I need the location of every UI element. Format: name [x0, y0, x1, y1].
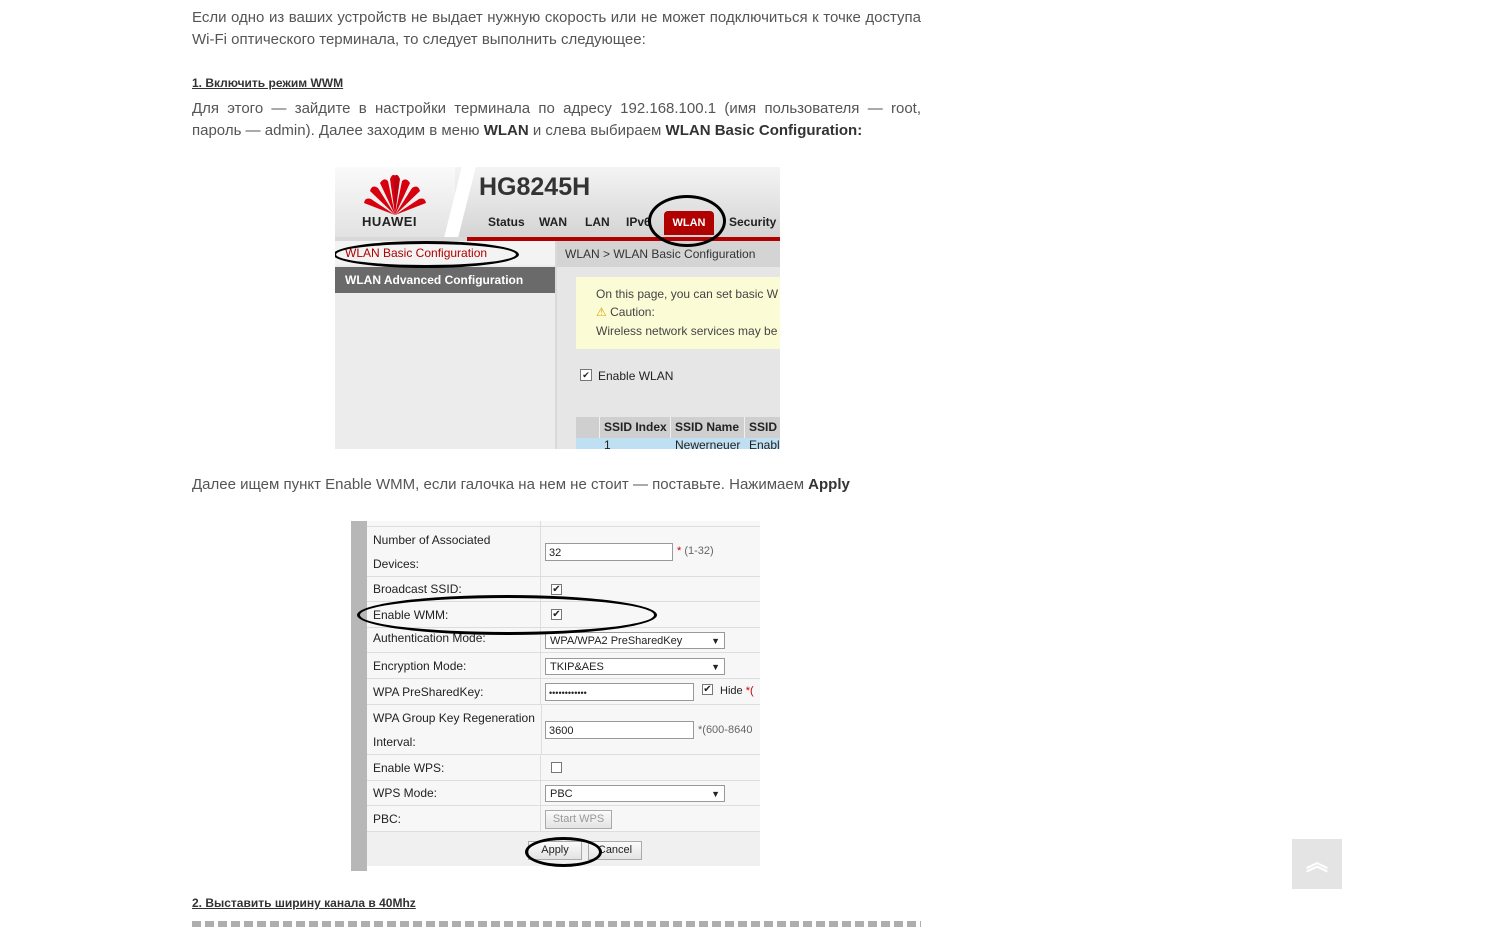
form-row-regen-interval: WPA Group Key Regeneration Interval: 360… — [367, 705, 760, 755]
psk-hint: *( — [745, 685, 754, 697]
form-row-psk: WPA PreSharedKey: •••••••••••• ✔ Hide *( — [367, 679, 760, 705]
dropdown-arrow-icon: ▼ — [711, 662, 720, 672]
nav-status[interactable]: Status — [488, 215, 525, 229]
psk-label: WPA PreSharedKey: — [373, 685, 484, 699]
regen-label-1: WPA Group Key Regeneration — [373, 711, 535, 725]
form-row-enable-wps: Enable WPS: — [367, 755, 760, 781]
table-header-ssid: SSID — [745, 417, 780, 438]
scroll-to-top-button[interactable]: ︽ — [1292, 839, 1342, 889]
row-separator — [540, 755, 541, 780]
assoc-range: (1-32) — [684, 545, 714, 557]
warning-icon: ⚠ — [596, 305, 607, 319]
assoc-label-2: Devices: — [373, 557, 420, 571]
router-wlan-screenshot: HUAWEI HG8245H Status WAN LAN IPv6 WLAN … — [335, 167, 780, 449]
wps-mode-label: WPS Mode: — [373, 786, 438, 800]
row-separator — [540, 806, 541, 831]
nav-lan[interactable]: LAN — [585, 215, 610, 229]
enable-wlan-checkbox[interactable]: ✔ — [580, 369, 592, 381]
table-header-select — [576, 417, 600, 438]
encryption-label: Encryption Mode: — [373, 659, 467, 673]
form-left-bar — [351, 521, 367, 871]
assoc-label-1: Number of Associated — [373, 533, 491, 547]
wlan-form-screenshot: Number of Associated Devices: 32 * (1-32… — [351, 521, 760, 871]
caution-label: Caution: — [610, 305, 655, 319]
dropdown-arrow-icon: ▼ — [711, 789, 720, 799]
start-wps-button[interactable]: Start WPS — [545, 810, 612, 829]
info-note: On this page, you can set basic W ⚠ Caut… — [576, 277, 780, 349]
note-line-3: Wireless network services may be — [596, 324, 778, 338]
form-row-pbc: PBC: Start WPS — [367, 806, 760, 832]
assoc-devices-input[interactable]: 32 — [545, 543, 673, 561]
huawei-brand-text: HUAWEI — [362, 214, 417, 229]
form-row-wps-mode: WPS Mode: PBC ▼ — [367, 781, 760, 806]
table-cell-index: 1 — [600, 438, 671, 449]
dropdown-arrow-icon: ▼ — [711, 636, 720, 646]
nav-security[interactable]: Security — [729, 215, 776, 229]
note-line-1: On this page, you can set basic W — [596, 287, 779, 301]
huawei-logo-icon — [364, 174, 426, 215]
row-separator — [540, 521, 541, 526]
huawei-logo-area: HUAWEI — [335, 167, 455, 237]
regen-range: *(600-8640 — [698, 724, 753, 736]
enable-wps-checkbox[interactable] — [551, 762, 562, 773]
highlight-oval-basic — [335, 241, 519, 268]
regen-interval-input[interactable]: 3600 — [545, 721, 694, 739]
wps-mode-select[interactable]: PBC ▼ — [545, 785, 725, 802]
step1-apply-paragraph: Далее ищем пункт Enable WMM, если галочк… — [192, 474, 921, 496]
step1-paragraph: Для этого — зайдите в настройки терминал… — [192, 98, 921, 142]
regen-label-2: Interval: — [373, 735, 416, 749]
intro-paragraph: Если одно из ваших устройств не выдает н… — [192, 9, 921, 48]
hide-psk-label: Hide *( — [720, 685, 754, 697]
row-separator — [540, 781, 541, 805]
step1-bold-basic: WLAN Basic Configuration: — [665, 122, 863, 139]
highlight-oval-apply — [525, 837, 602, 867]
psk-input[interactable]: •••••••••••• — [545, 683, 694, 701]
nav-ipv6[interactable]: IPv6 — [626, 215, 651, 229]
step1-text-c: Далее ищем пункт Enable WMM, если галочк… — [192, 476, 809, 493]
hide-psk-checkbox[interactable]: ✔ — [702, 684, 713, 695]
step1-text-b: и слева выбираем — [528, 122, 666, 139]
assoc-hint: * (1-32) — [677, 545, 714, 557]
pbc-label: PBC: — [373, 812, 402, 826]
row-separator — [540, 653, 541, 678]
table-cell-name: Newerneuer — [671, 438, 745, 449]
highlight-oval-wmm — [357, 595, 657, 635]
encryption-select[interactable]: TKIP&AES ▼ — [545, 658, 725, 675]
row-separator — [541, 705, 542, 754]
step1-bold-apply: Apply — [808, 476, 850, 493]
cutoff-paragraph — [192, 921, 921, 927]
note-caution: ⚠ Caution: — [596, 305, 655, 319]
cutoff-text-stub — [192, 921, 921, 927]
regen-hint: *(600-8640 — [698, 724, 752, 736]
router-model: HG8245H — [479, 173, 591, 201]
table-header-ssid-index: SSID Index — [600, 417, 671, 438]
ssid-table: SSID Index SSID Name SSID 1 Newerneuer E… — [576, 417, 780, 449]
nav-wan[interactable]: WAN — [539, 215, 567, 229]
row-separator — [540, 527, 541, 576]
wps-mode-value: PBC — [550, 788, 573, 800]
form-row-associated-devices: Number of Associated Devices: 32 * (1-32… — [367, 527, 760, 577]
hide-text: Hide — [720, 685, 743, 697]
table-cell-select[interactable] — [576, 438, 600, 449]
enable-wps-label: Enable WPS: — [373, 761, 445, 775]
auth-mode-value: WPA/WPA2 PreSharedKey — [550, 635, 683, 647]
enable-wlan-label: Enable WLAN — [598, 369, 674, 383]
auth-mode-select[interactable]: WPA/WPA2 PreSharedKey ▼ — [545, 632, 725, 649]
encryption-value: TKIP&AES — [550, 661, 604, 673]
broadcast-ssid-checkbox[interactable]: ✔ — [551, 584, 562, 595]
row-separator — [540, 679, 541, 704]
step1-bold-wlan: WLAN — [483, 122, 529, 139]
double-chevron-up-icon: ︽ — [1305, 850, 1328, 875]
form-row-encryption: Encryption Mode: TKIP&AES ▼ — [367, 653, 760, 679]
required-star: * — [677, 545, 682, 557]
highlight-oval-wlan — [648, 195, 726, 247]
breadcrumb: WLAN > WLAN Basic Configuration — [557, 241, 780, 267]
step1-heading[interactable]: 1. Включить режим WWM — [192, 76, 343, 90]
table-cell-status: Enabl — [745, 438, 780, 449]
step2-heading[interactable]: 2. Выставить ширину канала в 40Mhz — [192, 896, 416, 910]
sidebar-wlan-advanced[interactable]: WLAN Advanced Configuration — [335, 267, 555, 293]
table-header-ssid-name: SSID Name — [671, 417, 745, 438]
